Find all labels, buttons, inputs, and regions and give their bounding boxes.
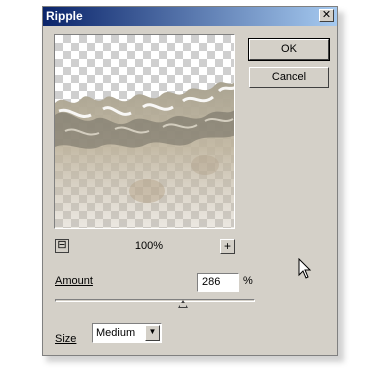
chevron-down-icon[interactable]: ▼ bbox=[145, 325, 160, 341]
ripple-dialog: Ripple ✕ ⊟ 100% + OK Cancel Amount 286 %… bbox=[42, 6, 338, 356]
cancel-button[interactable]: Cancel bbox=[249, 67, 329, 88]
filter-preview[interactable] bbox=[54, 34, 235, 229]
ripple-preview-image bbox=[55, 82, 234, 228]
dialog-title: Ripple bbox=[46, 9, 83, 23]
close-icon: ✕ bbox=[321, 9, 332, 21]
ok-button[interactable]: OK bbox=[248, 38, 330, 61]
zoom-out-icon: ⊟ bbox=[57, 239, 67, 251]
amount-label: Amount bbox=[55, 275, 93, 287]
zoom-level: 100% bbox=[134, 240, 164, 252]
amount-slider-thumb-face bbox=[180, 303, 186, 307]
zoom-in-icon: + bbox=[223, 239, 231, 253]
amount-input[interactable]: 286 bbox=[197, 273, 239, 292]
amount-unit: % bbox=[243, 275, 253, 287]
close-button[interactable]: ✕ bbox=[319, 9, 334, 22]
size-selected-value: Medium bbox=[96, 327, 136, 339]
amount-slider-track[interactable] bbox=[55, 299, 255, 302]
zoom-out-button[interactable]: ⊟ bbox=[55, 239, 69, 253]
size-label: Size bbox=[55, 333, 76, 345]
amount-label-text: Amount bbox=[55, 275, 93, 287]
mouse-cursor-icon bbox=[298, 258, 312, 279]
zoom-in-button[interactable]: + bbox=[220, 239, 235, 254]
title-bar: Ripple ✕ bbox=[43, 7, 337, 26]
size-label-text: Size bbox=[55, 333, 77, 345]
size-select[interactable]: Medium ▼ bbox=[92, 323, 162, 343]
